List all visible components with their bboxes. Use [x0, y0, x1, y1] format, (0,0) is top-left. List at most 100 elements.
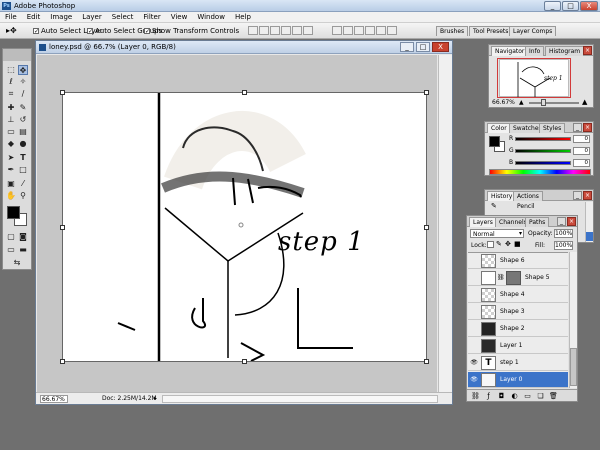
transform-handle-top-right[interactable] [424, 90, 429, 95]
distribute-top-button[interactable] [332, 26, 342, 35]
navigator-view-box[interactable] [497, 58, 571, 98]
layer-row[interactable]: 👁 T step 1 [468, 355, 568, 371]
doc-minimize-button[interactable]: _ [400, 42, 414, 52]
navigator-zoom-value[interactable]: 66.67% [492, 99, 515, 106]
red-slider[interactable] [515, 137, 571, 141]
history-scrollbar[interactable] [585, 202, 593, 242]
distribute-hcenter-button[interactable] [376, 26, 386, 35]
transform-handle-right[interactable] [424, 225, 429, 230]
toolbox-header[interactable] [3, 49, 31, 61]
menu-layer[interactable]: Layer [77, 12, 107, 23]
transform-handle-bottom-left[interactable] [60, 359, 65, 364]
tab-brushes[interactable]: Brushes [436, 26, 469, 36]
align-left-button[interactable] [281, 26, 291, 35]
history-close-icon[interactable]: × [583, 191, 592, 200]
status-arrow-icon[interactable]: ▸ [154, 395, 157, 402]
visibility-toggle[interactable] [470, 274, 478, 282]
document-title-bar[interactable]: loney.psd @ 66.7% (Layer 0, RGB/8) _ □ X [36, 41, 452, 54]
menu-view[interactable]: View [166, 12, 193, 23]
crop-tool-icon[interactable]: ⌗ [6, 89, 16, 99]
screen-mode-full-icon[interactable]: ▬ [18, 245, 28, 255]
foreground-color-swatch[interactable] [7, 206, 20, 219]
lock-all-icon[interactable]: ■ [514, 240, 521, 248]
minimize-button[interactable]: _ [544, 1, 561, 11]
transform-handle-top-left[interactable] [60, 90, 65, 95]
zoom-tool-icon[interactable]: ⚲ [18, 191, 28, 201]
transform-handle-left[interactable] [60, 225, 65, 230]
layer-row[interactable]: Layer 1 [468, 338, 568, 354]
tab-navigator[interactable]: Navigator [491, 46, 529, 56]
type-tool-icon[interactable]: T [18, 153, 28, 163]
link-icon[interactable]: ⛓ [471, 392, 480, 401]
menu-filter[interactable]: Filter [138, 12, 165, 23]
quick-mask-icon[interactable]: ◙ [18, 232, 28, 242]
visibility-toggle[interactable] [470, 291, 478, 299]
transform-handle-top[interactable] [242, 90, 247, 95]
healing-brush-icon[interactable]: ✚ [6, 103, 16, 113]
maximize-button[interactable]: □ [562, 1, 579, 11]
red-value[interactable]: 0 [573, 135, 590, 143]
layer-row[interactable]: Shape 6 [468, 253, 568, 269]
zoom-out-icon[interactable]: ▲ [519, 99, 524, 106]
menu-file[interactable]: File [0, 12, 22, 23]
transform-handle-bottom-right[interactable] [424, 359, 429, 364]
visibility-toggle[interactable] [470, 308, 478, 316]
tab-styles[interactable]: Styles [539, 123, 566, 133]
blue-value[interactable]: 0 [573, 159, 590, 167]
layer-row[interactable]: Shape 4 [468, 287, 568, 303]
show-transform-checkbox[interactable]: ✓ [144, 28, 150, 35]
color-minimize-icon[interactable]: _ [573, 123, 582, 132]
shape-tool-icon[interactable]: □ [18, 165, 28, 175]
move-tool-icon[interactable]: ✥ [18, 65, 28, 75]
layer-row-selected[interactable]: 👁 Layer 0 [468, 372, 568, 388]
standard-mode-icon[interactable]: ▢ [6, 232, 16, 242]
navigator-zoom-slider[interactable] [529, 102, 579, 104]
visibility-toggle[interactable] [470, 342, 478, 350]
lasso-tool-icon[interactable]: ℓ [6, 77, 16, 87]
green-slider[interactable] [515, 149, 571, 153]
clone-stamp-icon[interactable]: ⊥ [6, 115, 16, 125]
eye-icon[interactable]: 👁 [470, 376, 478, 384]
show-transform-option[interactable]: ✓ Show Transform Controls [144, 27, 239, 35]
zoom-in-icon[interactable]: ▲ [582, 98, 587, 106]
magic-wand-tool-icon[interactable]: ✧ [18, 77, 28, 87]
distribute-left-button[interactable] [365, 26, 375, 35]
slice-tool-icon[interactable]: ∕ [18, 89, 28, 99]
color-fg-swatch[interactable] [489, 136, 500, 147]
menu-select[interactable]: Select [107, 12, 139, 23]
history-brush-icon[interactable]: ↺ [18, 115, 28, 125]
blur-tool-icon[interactable]: ◆ [6, 139, 16, 149]
horizontal-scrollbar[interactable] [162, 395, 438, 403]
green-value[interactable]: 0 [573, 147, 590, 155]
lock-transparency-icon[interactable] [487, 241, 494, 248]
menu-window[interactable]: Window [192, 12, 230, 23]
menu-edit[interactable]: Edit [22, 12, 46, 23]
lock-pixels-icon[interactable]: ✎ [496, 240, 502, 248]
tab-layer-comps[interactable]: Layer Comps [509, 26, 557, 36]
align-right-button[interactable] [303, 26, 313, 35]
tab-layers[interactable]: Layers [469, 217, 497, 227]
layer-row[interactable]: ⛓ Shape 5 [468, 270, 568, 286]
blue-slider[interactable] [515, 161, 571, 165]
visibility-toggle[interactable] [470, 325, 478, 333]
fill-input[interactable]: 100% [554, 241, 573, 250]
move-tool-icon[interactable]: ▸✥ [6, 26, 24, 36]
jump-to-imageready-icon[interactable]: ⇆ [12, 258, 22, 268]
auto-select-layer-checkbox[interactable]: ✓ [33, 28, 39, 35]
mask-icon[interactable]: ◘ [497, 392, 506, 401]
distribute-bottom-button[interactable] [354, 26, 364, 35]
history-minimize-icon[interactable]: _ [573, 191, 582, 200]
eraser-tool-icon[interactable]: ▭ [6, 127, 16, 137]
notes-tool-icon[interactable]: ▣ [6, 179, 16, 189]
layers-close-icon[interactable]: × [567, 217, 576, 226]
marquee-tool-icon[interactable]: ⬚ [6, 65, 16, 75]
layer-row[interactable]: Shape 2 [468, 321, 568, 337]
lock-position-icon[interactable]: ✥ [505, 240, 511, 248]
tab-color[interactable]: Color [487, 123, 511, 133]
doc-close-button[interactable]: X [432, 42, 449, 52]
zoom-field[interactable]: 66.67% [40, 395, 68, 403]
color-ramp[interactable] [489, 169, 591, 175]
navigator-close-icon[interactable]: × [583, 46, 592, 55]
fx-icon[interactable]: ƒ [484, 392, 493, 401]
layers-minimize-icon[interactable]: _ [557, 217, 566, 226]
